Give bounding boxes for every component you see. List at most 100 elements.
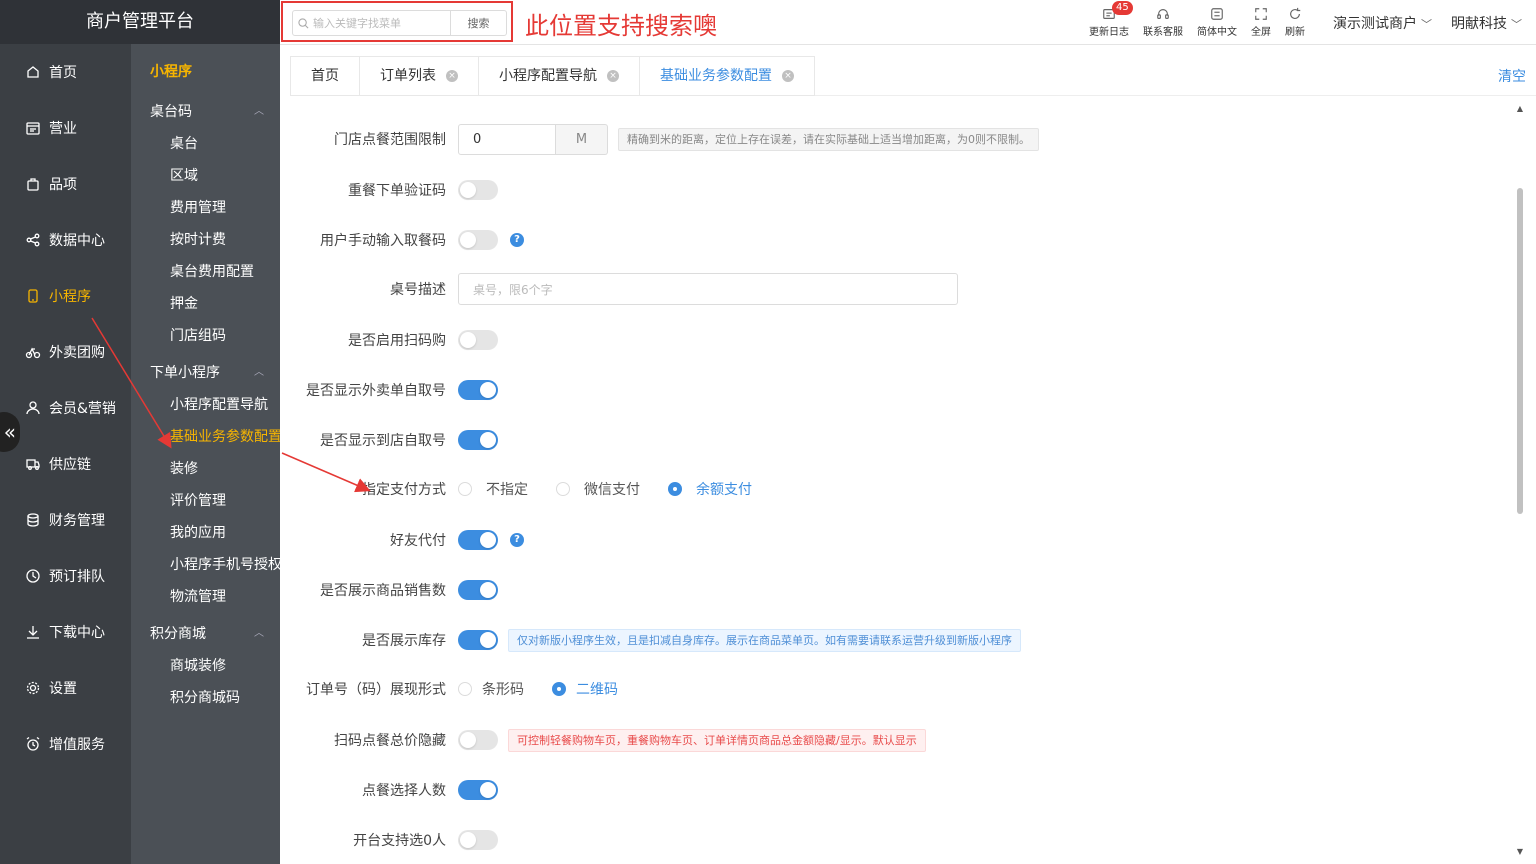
form-row-pay-method: 指定支付方式 不指定 微信支付 余额支付: [290, 474, 1490, 504]
company-dropdown[interactable]: 明献科技 ﹀: [1451, 13, 1522, 33]
content-scrollbar[interactable]: ▲ ▼: [1516, 104, 1524, 856]
sub-nav-item[interactable]: 物流管理: [131, 581, 280, 613]
sub-nav-item[interactable]: 积分商城码: [131, 682, 280, 714]
nav-item-12[interactable]: 增值服务: [0, 716, 131, 772]
headset-icon: [1157, 9, 1169, 19]
pay-option-balance[interactable]: 余额支付: [668, 479, 752, 499]
friend-pay-toggle[interactable]: [458, 530, 498, 550]
changelog-button[interactable]: 45 更新日志: [1082, 1, 1136, 38]
form-row-table-desc: 桌号描述 桌号，限6个字: [290, 273, 1490, 305]
clear-tabs-button[interactable]: 清空: [1498, 66, 1526, 86]
form-row-takeout-pickup: 是否显示外卖单自取号: [290, 375, 1490, 405]
sub-nav-item[interactable]: 商城装修: [131, 650, 280, 682]
sub-nav-item[interactable]: 桌台费用配置: [131, 256, 280, 288]
radio-label: 余额支付: [696, 482, 752, 498]
support-button[interactable]: 联系客服: [1136, 5, 1190, 38]
search-button[interactable]: 搜索: [450, 11, 506, 35]
range-unit: M: [556, 123, 608, 155]
select-people-toggle[interactable]: [458, 780, 498, 800]
table-desc-input[interactable]: 桌号，限6个字: [458, 273, 958, 305]
nav-group-label: 桌台码: [150, 104, 192, 120]
sub-nav-item[interactable]: 我的应用: [131, 517, 280, 549]
radio-label: 微信支付: [584, 482, 640, 498]
help-icon[interactable]: ?: [510, 233, 524, 247]
sub-nav-item[interactable]: 区域: [131, 160, 280, 192]
nav-item-0[interactable]: 首页: [0, 44, 131, 100]
nav-group-0[interactable]: 桌台码 ︿: [131, 96, 280, 128]
sub-nav-item[interactable]: 桌台: [131, 128, 280, 160]
field-label: 重餐下单验证码: [348, 183, 446, 199]
language-button[interactable]: 简体中文: [1190, 5, 1244, 38]
gear-icon: [24, 679, 42, 697]
nav-item-label: 增值服务: [49, 737, 105, 753]
tab-basic-params[interactable]: 基础业务参数配置 ×: [639, 56, 815, 96]
refresh-button[interactable]: 刷新: [1278, 5, 1312, 38]
merchant-dropdown[interactable]: 演示测试商户 ﹀: [1333, 13, 1432, 33]
code-option-barcode[interactable]: 条形码: [458, 679, 524, 699]
search-annotation: 此位置支持搜索噢: [525, 12, 717, 40]
nav-item-1[interactable]: 营业: [0, 100, 131, 156]
nav-item-11[interactable]: 设置: [0, 660, 131, 716]
sub-nav-item[interactable]: 押金: [131, 288, 280, 320]
close-icon[interactable]: ×: [446, 70, 458, 82]
nav-group-label: 积分商城: [150, 626, 206, 642]
sub-nav-item[interactable]: 装修: [131, 453, 280, 485]
hide-total-toggle[interactable]: [458, 730, 498, 750]
database-icon: [24, 511, 42, 529]
pay-option-wechat[interactable]: 微信支付: [556, 479, 640, 499]
scroll-up-icon[interactable]: ▲: [1516, 104, 1524, 113]
field-label: 是否显示外卖单自取号: [306, 383, 446, 399]
radio-label: 二维码: [576, 682, 618, 698]
sub-nav-item[interactable]: 费用管理: [131, 192, 280, 224]
company-name: 明献科技: [1451, 16, 1507, 32]
fullscreen-icon: [1255, 8, 1267, 20]
nav-item-label: 设置: [49, 681, 77, 697]
code-option-qrcode[interactable]: 二维码: [552, 679, 618, 699]
nav-item-5[interactable]: 外卖团购: [0, 324, 131, 380]
pay-option-none[interactable]: 不指定: [458, 479, 528, 499]
takeout-pickup-toggle[interactable]: [458, 380, 498, 400]
scroll-down-icon[interactable]: ▼: [1516, 847, 1524, 856]
help-icon[interactable]: ?: [510, 533, 524, 547]
nav-item-7[interactable]: 供应链: [0, 436, 131, 492]
sub-nav-item[interactable]: 评价管理: [131, 485, 280, 517]
form-row-range-limit: 门店点餐范围限制 0 M 精确到米的距离，定位上存在误差，请在实际基础上适当增加…: [290, 123, 1490, 155]
reorder-code-toggle[interactable]: [458, 180, 498, 200]
manual-pickup-toggle[interactable]: [458, 230, 498, 250]
nav-item-8[interactable]: 财务管理: [0, 492, 131, 548]
sub-nav-item[interactable]: 小程序手机号授权: [131, 549, 280, 581]
refresh-icon: [1290, 7, 1301, 19]
scan-buy-toggle[interactable]: [458, 330, 498, 350]
chevron-down-icon: ﹀: [1421, 18, 1432, 31]
tab-miniapp-nav[interactable]: 小程序配置导航 ×: [478, 56, 639, 96]
search-input[interactable]: [313, 11, 450, 35]
show-stock-toggle[interactable]: [458, 630, 498, 650]
zero-people-toggle[interactable]: [458, 830, 498, 850]
field-label: 是否启用扫码购: [348, 333, 446, 349]
nav-item-9[interactable]: 预订排队: [0, 548, 131, 604]
tab-order-list[interactable]: 订单列表 ×: [359, 56, 478, 96]
field-label: 门店点餐范围限制: [334, 132, 446, 148]
sub-nav-item[interactable]: 基础业务参数配置: [131, 421, 280, 453]
close-icon[interactable]: ×: [782, 70, 794, 82]
radio-dot: [458, 682, 472, 696]
nav-item-3[interactable]: 数据中心: [0, 212, 131, 268]
show-sales-toggle[interactable]: [458, 580, 498, 600]
fullscreen-button[interactable]: 全屏: [1244, 5, 1278, 38]
tab-label: 首页: [311, 68, 339, 84]
sub-nav-item[interactable]: 门店组码: [131, 320, 280, 352]
sub-nav-item[interactable]: 小程序配置导航: [131, 389, 280, 421]
nav-group-1[interactable]: 下单小程序 ︿: [131, 357, 280, 389]
tab-home[interactable]: 首页: [290, 56, 359, 96]
tool-label: 刷新: [1285, 27, 1305, 38]
nav-item-10[interactable]: 下载中心: [0, 604, 131, 660]
nav-item-4[interactable]: 小程序: [0, 268, 131, 324]
store-pickup-toggle[interactable]: [458, 430, 498, 450]
scroll-thumb[interactable]: [1517, 188, 1523, 514]
nav-item-2[interactable]: 品项: [0, 156, 131, 212]
close-icon[interactable]: ×: [607, 70, 619, 82]
sub-nav-item[interactable]: 按时计费: [131, 224, 280, 256]
range-limit-input[interactable]: 0: [458, 123, 556, 155]
tool-label: 联系客服: [1143, 27, 1183, 38]
nav-group-2[interactable]: 积分商城 ︿: [131, 618, 280, 650]
